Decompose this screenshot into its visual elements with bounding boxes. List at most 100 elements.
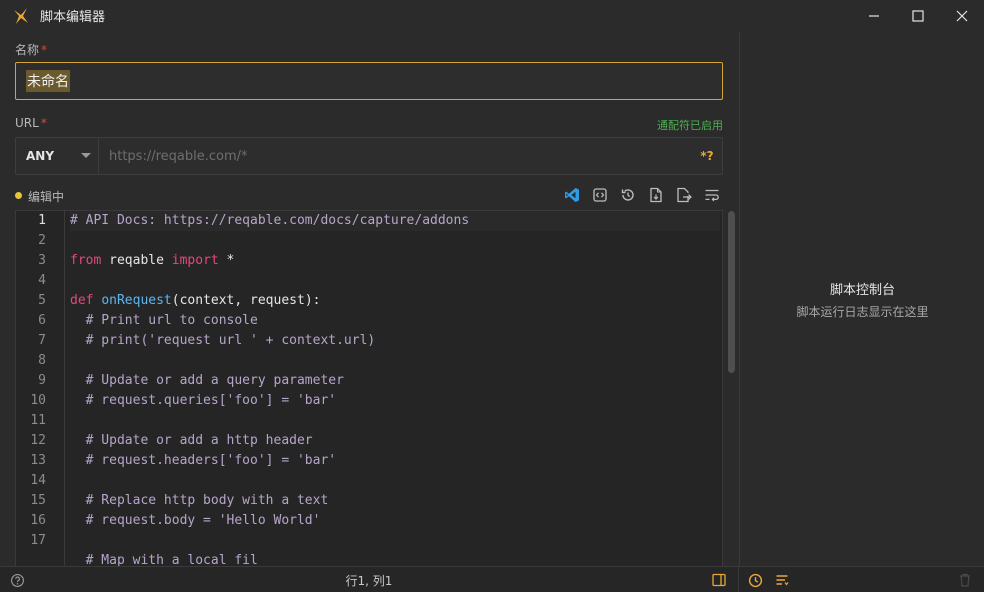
code-editor[interactable]: 1 2 3 4 5 6 7 8 9 10 11 12 13 14 15 16 17 # API Docs: ht… (15, 210, 723, 566)
window-controls (852, 0, 984, 31)
trash-icon (960, 573, 970, 587)
export-file-button[interactable] (672, 184, 696, 206)
open-in-vscode-button[interactable] (560, 184, 584, 206)
history-button[interactable] (616, 184, 640, 206)
code-line[interactable]: # API Docs: https://reqable.com/docs/cap… (70, 211, 720, 231)
editor-toolbar (560, 184, 724, 206)
line-number: 5 (38, 293, 46, 308)
url-label-text: URL (15, 116, 39, 130)
code-line[interactable]: # Replace http body with a text (70, 491, 720, 511)
name-field-value: 未命名 (26, 70, 70, 92)
code-line[interactable]: # request.queries['foo'] = 'bar' (70, 391, 720, 411)
word-wrap-button[interactable] (700, 184, 724, 206)
code-line[interactable] (70, 271, 720, 291)
code-token: def (70, 293, 94, 308)
status-bar: 行1, 列1 (0, 566, 984, 592)
code-token: # request.body = 'Hello World' (70, 513, 321, 528)
line-number: 14 (30, 473, 46, 488)
code-area[interactable]: # API Docs: https://reqable.com/docs/cap… (70, 211, 720, 566)
code-token: # Replace http body with a text (70, 493, 329, 508)
edit-status-label: 编辑中 (28, 190, 65, 204)
line-number: 17 (30, 533, 46, 548)
line-number: 10 (30, 393, 46, 408)
toggle-panel-button[interactable] (712, 567, 728, 592)
vscode-icon (565, 188, 579, 202)
code-line[interactable]: # Update or add a http header (70, 431, 720, 451)
url-input[interactable] (99, 138, 692, 174)
line-number: 12 (30, 433, 46, 448)
import-file-button[interactable] (644, 184, 668, 206)
name-required-mark: * (41, 43, 48, 57)
maximize-button[interactable] (896, 0, 940, 31)
cursor-position: 行1, 列1 (345, 573, 393, 588)
code-line[interactable]: # request.body = 'Hello World' (70, 511, 720, 531)
url-label: URL * (15, 116, 47, 130)
code-line[interactable]: def onRequest(context, request): (70, 291, 720, 311)
code-token: onRequest (101, 293, 172, 308)
line-number: 7 (38, 333, 46, 348)
code-token: # API Docs: https://reqable.com/docs/cap… (70, 213, 470, 228)
code-token: # print('request url ' + context.url) (70, 333, 376, 348)
status-divider (738, 567, 739, 592)
file-import-icon (650, 187, 662, 203)
console-title: 脚本控制台 (829, 283, 895, 298)
wildcard-toggle-button[interactable]: *? (692, 149, 722, 163)
clock-icon (748, 573, 763, 587)
line-number: 2 (38, 233, 46, 248)
code-snippet-icon (593, 188, 607, 202)
code-line[interactable]: from reqable import * (70, 251, 720, 271)
code-line[interactable] (70, 531, 720, 551)
title-bar: 脚本编辑器 (0, 0, 984, 31)
line-number: 15 (30, 493, 46, 508)
method-value: ANY (26, 149, 55, 163)
file-export-icon (677, 187, 692, 203)
code-line[interactable]: # Print url to console (70, 311, 720, 331)
code-line[interactable] (70, 411, 720, 431)
close-icon (956, 10, 968, 21)
log-filter-button[interactable] (775, 567, 791, 592)
code-token: # Map with a local fil (70, 553, 258, 566)
history-icon (621, 189, 634, 201)
line-number: 9 (38, 373, 46, 388)
code-token: # Print url to console (70, 313, 258, 328)
clear-log-button[interactable] (959, 567, 973, 592)
code-snippet-button[interactable] (588, 184, 612, 206)
name-field[interactable]: 未命名 (15, 62, 723, 100)
code-token: from (70, 253, 102, 268)
line-number-gutter: 1 2 3 4 5 6 7 8 9 10 11 12 13 14 15 16 17 (16, 211, 65, 566)
code-line[interactable]: # Update or add a query parameter (70, 371, 720, 391)
code-line[interactable] (70, 351, 720, 371)
name-label-text: 名称 (15, 43, 40, 57)
code-token: reqable (101, 253, 172, 268)
line-number: 8 (38, 353, 46, 368)
minimize-icon (869, 14, 879, 17)
line-number: 6 (38, 313, 46, 328)
panel-toggle-icon (712, 573, 726, 587)
code-token: # Update or add a http header (70, 433, 313, 448)
code-line[interactable] (70, 471, 720, 491)
code-token: import (171, 253, 219, 268)
minimize-button[interactable] (852, 0, 896, 31)
script-console-panel: 脚本控制台 脚本运行日志显示在这里 (739, 31, 984, 566)
code-line[interactable] (70, 231, 720, 251)
editor-scrollbar[interactable] (728, 211, 735, 373)
line-number: 4 (38, 273, 46, 288)
url-row: ANY *? (15, 137, 723, 175)
log-history-button[interactable] (748, 567, 764, 592)
code-line[interactable]: # Map with a local fil (70, 551, 720, 566)
name-label: 名称 * (15, 41, 47, 58)
code-token: (context, request): (171, 293, 321, 308)
line-number: 16 (30, 513, 46, 528)
code-token: # Update or add a query parameter (70, 373, 344, 388)
edit-status-dot (15, 192, 22, 199)
method-select[interactable]: ANY (16, 138, 99, 174)
code-line[interactable]: # print('request url ' + context.url) (70, 331, 720, 351)
line-number: 13 (30, 453, 46, 468)
word-wrap-icon (705, 189, 719, 202)
app-logo-icon (11, 6, 31, 26)
window-title: 脚本编辑器 (40, 10, 106, 25)
console-subtitle: 脚本运行日志显示在这里 (796, 305, 929, 319)
code-line[interactable]: # request.headers['foo'] = 'bar' (70, 451, 720, 471)
close-button[interactable] (940, 0, 984, 31)
line-number: 1 (38, 213, 46, 228)
